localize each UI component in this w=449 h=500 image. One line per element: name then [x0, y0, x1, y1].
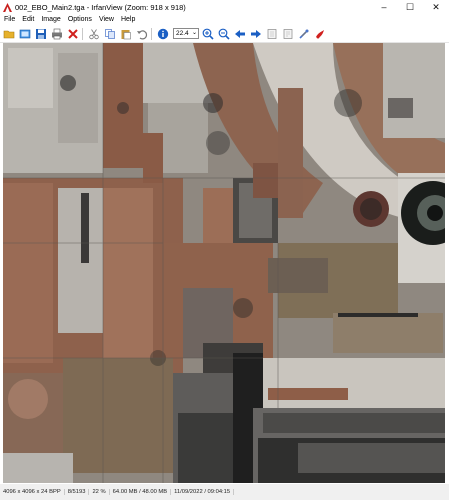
toolbar-separator	[151, 27, 152, 40]
open-button[interactable]	[2, 27, 16, 41]
menu-view[interactable]: View	[96, 16, 117, 23]
zoom-in-button[interactable]	[201, 27, 215, 41]
exit-icon	[316, 29, 324, 38]
menu-image[interactable]: Image	[38, 16, 63, 23]
info-button[interactable]	[156, 27, 170, 41]
save-icon	[36, 28, 46, 39]
open-icon	[3, 30, 15, 38]
menu-options[interactable]: Options	[65, 16, 95, 23]
zoom-out-icon	[218, 28, 230, 40]
menu-edit[interactable]: Edit	[19, 16, 37, 23]
maximize-button[interactable]: ☐	[397, 0, 423, 14]
delete-button[interactable]	[66, 27, 80, 41]
print-button[interactable]	[50, 27, 64, 41]
exit-button[interactable]	[313, 27, 327, 41]
previous-button[interactable]	[233, 27, 247, 41]
close-button[interactable]: ✕	[423, 0, 449, 14]
copy-button[interactable]	[103, 27, 117, 41]
minimize-button[interactable]: –	[371, 0, 397, 14]
status-memory: 64.00 MB / 48.00 MB	[110, 489, 172, 495]
zoom-in-icon	[202, 28, 214, 40]
delete-icon	[68, 28, 78, 39]
status-bar: 4096 x 4096 x 24 BPP 8/5193 22 % 64.00 M…	[0, 484, 449, 500]
first-button[interactable]	[265, 27, 279, 41]
menu-help[interactable]: Help	[118, 16, 138, 23]
cut-button[interactable]	[87, 27, 101, 41]
paste-button[interactable]	[119, 27, 133, 41]
info-icon	[157, 28, 169, 39]
next-button[interactable]	[249, 27, 263, 41]
previous-icon	[235, 29, 245, 38]
slideshow-icon	[19, 29, 31, 38]
status-datetime: 11/09/2022 / 09:04:15	[171, 489, 235, 495]
print-icon	[52, 28, 62, 39]
toolbar-separator	[82, 27, 83, 40]
texture-image	[3, 43, 445, 483]
settings-icon	[299, 29, 309, 39]
cut-icon	[89, 28, 99, 39]
chevron-down-icon: ⌄	[191, 30, 197, 36]
first-icon	[267, 28, 277, 39]
menu-file[interactable]: File	[1, 16, 18, 23]
toolbar: 22.4 ⌄	[0, 25, 449, 43]
status-index: 8/5193	[65, 489, 90, 495]
title-bar: 002_EBO_Main2.tga - IrfanView (Zoom: 918…	[0, 0, 449, 14]
copy-icon	[105, 28, 115, 39]
zoom-value: 22.4	[176, 30, 189, 37]
status-zoom: 22 %	[89, 489, 110, 495]
zoom-select[interactable]: 22.4 ⌄	[173, 28, 199, 39]
save-button[interactable]	[34, 27, 48, 41]
menu-bar: File Edit Image Options View Help	[0, 14, 449, 25]
last-button[interactable]	[281, 27, 295, 41]
paste-icon	[121, 29, 131, 39]
zoom-out-button[interactable]	[217, 27, 231, 41]
window-title: 002_EBO_Main2.tga - IrfanView (Zoom: 918…	[15, 2, 186, 12]
next-icon	[251, 29, 261, 38]
undo-button[interactable]	[135, 27, 149, 41]
last-icon	[283, 28, 293, 39]
image-viewport[interactable]	[3, 43, 445, 483]
slideshow-button[interactable]	[18, 27, 32, 41]
status-dimensions: 4096 x 4096 x 24 BPP	[0, 489, 65, 495]
settings-button[interactable]	[297, 27, 311, 41]
undo-icon	[137, 29, 148, 39]
irfanview-app-icon	[3, 2, 12, 12]
